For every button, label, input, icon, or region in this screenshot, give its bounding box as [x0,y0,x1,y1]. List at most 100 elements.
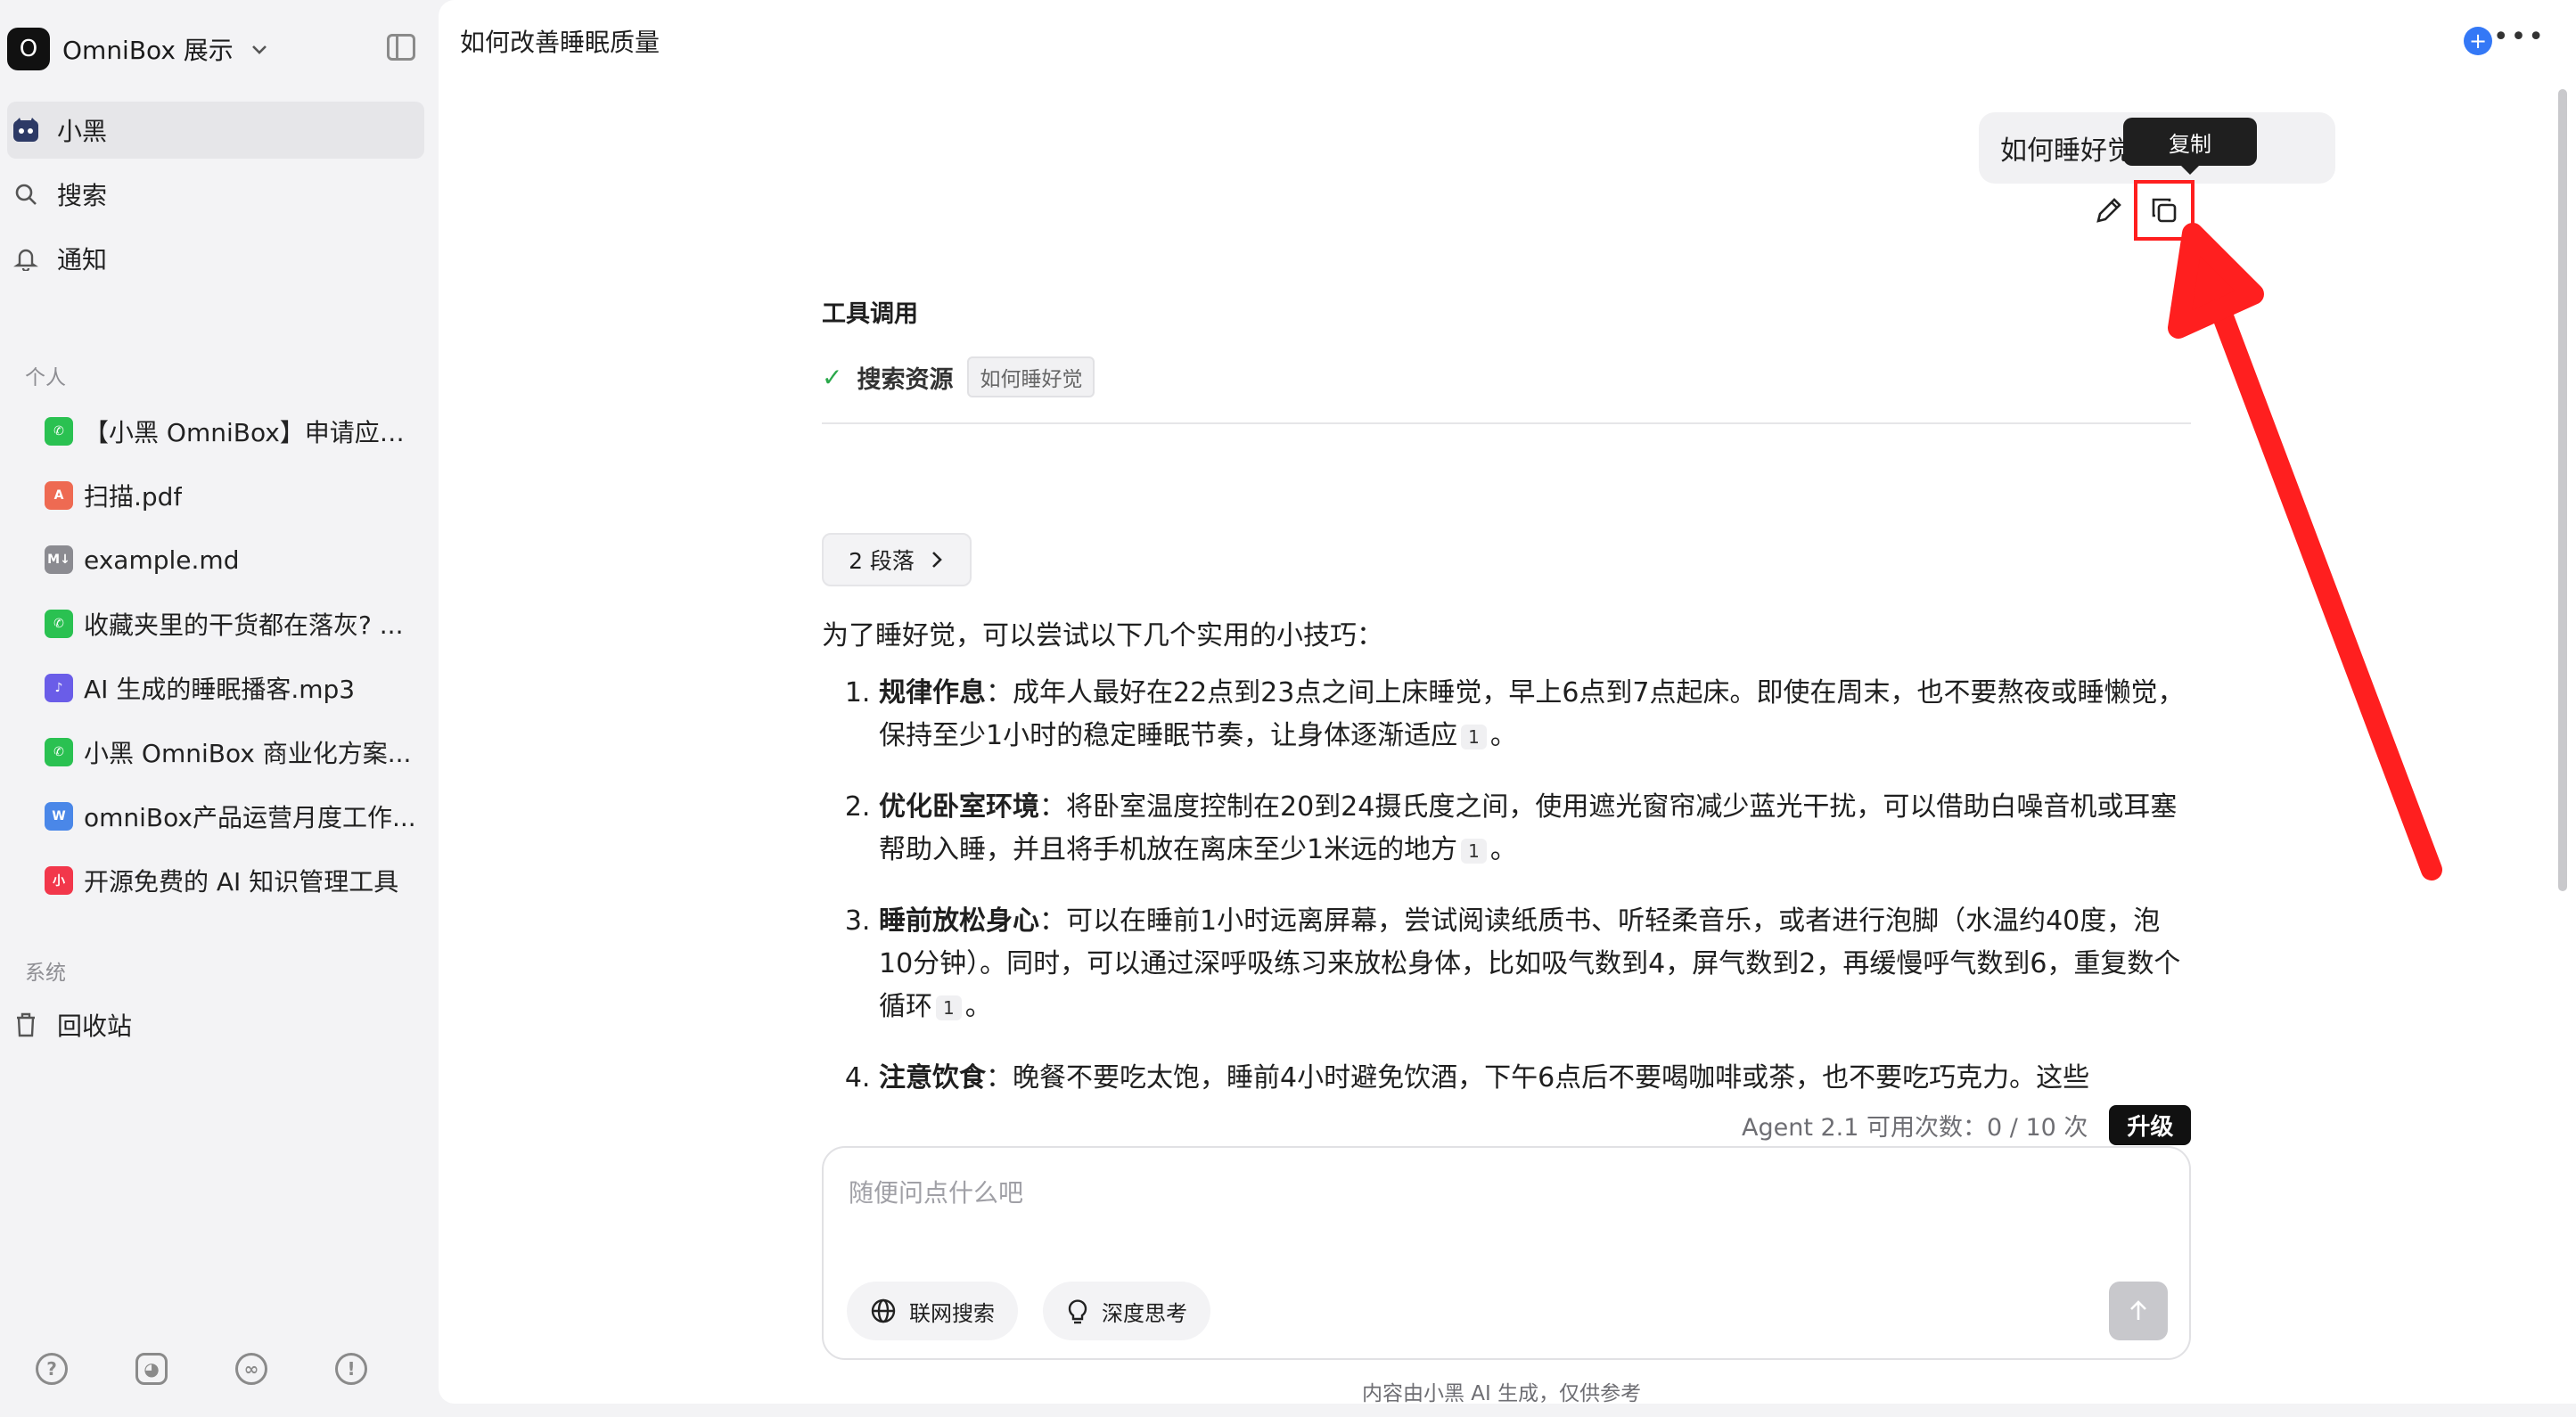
answer-item-body: ：成年人最好在22点到23点之间上床睡觉，早上6点到7点起床。即使在周末，也不要… [879,677,2185,751]
section-label-personal: 个人 [25,366,66,389]
sidebar-footer: ? ◕ ∞ ! [36,1353,367,1385]
arrow-up-icon [2130,1300,2146,1320]
word-icon: W [45,802,73,831]
deep-think-toggle[interactable]: 深度思考 [1043,1282,1210,1340]
list-item-label: omniBox产品运营月度工作... [84,803,416,832]
answer-item-title: 睡前放松身心 [879,905,1039,937]
list-item[interactable]: M↓ example.md [45,533,419,586]
citation-badge[interactable]: 1 [1461,838,1487,864]
tool-call-name: 搜索资源 [857,365,954,394]
upgrade-button[interactable]: 升级 [2109,1105,2192,1145]
list-item[interactable]: A 扫描.pdf [45,469,419,522]
list-item[interactable]: ✆ 小黑 OmniBox 商业化方案... [45,725,419,779]
sidebar-item-label: 回收站 [57,1012,133,1041]
answer-item-title: 注意饮食 [879,1062,986,1093]
scrollbar[interactable] [2558,89,2567,891]
citation-badge[interactable]: 1 [1461,724,1487,749]
feedback-icon[interactable]: ! [335,1353,367,1385]
answer-item: 优化卧室环境：将卧室温度控制在20到24摄氏度之间，使用遮光窗帘减少蓝光干扰，可… [879,786,2186,872]
web-search-toggle[interactable]: 联网搜索 [847,1282,1018,1340]
lightbulb-icon [1068,1299,1087,1324]
list-item[interactable]: WomniBox产品运营月度工作... [45,790,419,843]
list-item[interactable]: ✆ 收藏夹里的干货都在落灰? ... [45,597,419,651]
list-item[interactable]: 小开源免费的 AI 知识管理工具 [45,854,419,907]
list-item-label: 收藏夹里的干货都在落灰? ... [84,610,404,640]
answer-item: 规律作息：成年人最好在22点到23点之间上床睡觉，早上6点到7点起床。即使在周末… [879,672,2186,758]
answer-item-tail: 。 [964,991,992,1022]
list-item-label: 扫描.pdf [84,482,183,512]
globe-icon [871,1298,896,1323]
pencil-icon [2096,198,2121,223]
xiaohongshu-icon: 小 [45,866,73,895]
trash-icon [12,1012,39,1038]
sidebar-item-assistant[interactable]: 小黑 [7,102,424,159]
sidebar-item-label: 搜索 [57,181,108,210]
tool-call-title: 工具调用 [822,300,918,328]
answer-item-body: ：晚餐不要吃太饱，睡前4小时避免饮酒，下午6点后不要喝咖啡或茶，也不要吃巧克力。… [986,1062,2090,1093]
user-message-text: 如何睡好觉 [2000,135,2134,167]
deep-think-label: 深度思考 [1102,1300,1187,1326]
sidebar-item-search[interactable]: 搜索 [7,166,424,223]
list-item[interactable]: ✆ 【小黑 OmniBox】申请应聘... [45,405,419,458]
markdown-icon: M↓ [45,545,73,574]
sidebar: O OmniBox 展示 小黑 搜索 通知 个人 ✆ 【小黑 OmniBox】申请… [0,0,439,1417]
workspace-avatar: O [7,28,50,70]
sidebar-item-label: 小黑 [57,117,108,146]
answer-item-title: 规律作息 [879,677,986,708]
chevron-down-icon [251,45,267,54]
sidebar-item-notifications[interactable]: 通知 [7,230,424,287]
list-item[interactable]: ♪ AI 生成的睡眠播客.mp3 [45,661,419,715]
answer-item-tail: 。 [1489,720,1517,751]
discord-icon[interactable]: ◕ [135,1353,168,1385]
sidebar-toggle-icon[interactable] [387,34,415,61]
bell-icon [12,245,39,272]
list-item-label: AI 生成的睡眠播客.mp3 [84,675,356,704]
search-icon [12,181,39,208]
tool-call-query-tag: 如何睡好觉 [967,356,1095,397]
tool-call-row: ✓ 搜索资源 如何睡好觉 [822,356,1095,397]
chat-main: 如何改善睡眠质量 + ••• 如何睡好觉 复制 工具调用 ✓ 搜索资源 如何睡好… [439,0,2576,1405]
wechat-icon[interactable]: ∞ [235,1353,267,1385]
list-item-label: 【小黑 OmniBox】申请应聘... [84,418,419,447]
edit-message-button[interactable] [2091,192,2127,228]
more-options-icon[interactable]: ••• [2493,21,2546,53]
divider [822,422,2191,424]
workspace-switcher[interactable]: O OmniBox 展示 [7,27,269,71]
answer-item-title: 优化卧室环境 [879,791,1039,823]
answer-item-body: ：可以在睡前1小时远离屏幕，尝试阅读纸质书、听轻柔音乐，或者进行泡脚（水温约40… [879,905,2181,1022]
list-item-label: 小黑 OmniBox 商业化方案... [84,739,412,768]
conversation-title: 如何改善睡眠质量 [460,28,660,57]
new-chat-icon[interactable]: + [2464,27,2492,55]
assistant-answer: 为了睡好觉，可以尝试以下几个实用的小技巧： 规律作息：成年人最好在22点到23点… [822,615,2186,1103]
copy-icon [2152,198,2177,223]
answer-list: 规律作息：成年人最好在22点到23点之间上床睡觉，早上6点到7点起床。即使在周末… [822,672,2186,1100]
chevron-up-icon[interactable] [2168,294,2189,315]
answer-item-tail: 。 [1489,834,1517,865]
citation-badge[interactable]: 1 [936,995,962,1020]
chevron-right-icon [932,552,942,568]
send-button[interactable] [2109,1282,2168,1340]
paragraphs-label: 2 段落 [849,548,915,574]
section-label-system: 系统 [25,962,66,985]
usage-text: Agent 2.1 可用次数：0 / 10 次 [1742,1114,2088,1142]
list-item-label: 开源免费的 AI 知识管理工具 [84,867,399,897]
answer-item: 注意饮食：晚餐不要吃太饱，睡前4小时避免饮酒，下午6点后不要喝咖啡或茶，也不要吃… [879,1057,2186,1100]
sidebar-item-trash[interactable]: 回收站 [7,996,424,1053]
paragraphs-button[interactable]: 2 段落 [822,533,972,586]
check-icon: ✓ [822,362,843,392]
help-icon[interactable]: ? [36,1353,68,1385]
workspace-name: OmniBox 展示 [62,36,234,65]
usage-bar: Agent 2.1 可用次数：0 / 10 次 升级 [1742,1105,2192,1145]
pdf-icon: A [45,481,73,510]
ai-disclaimer: 内容由小黑 AI 生成，仅供参考 [1362,1382,1642,1405]
copy-message-button[interactable] [2134,180,2195,241]
answer-intro: 为了睡好觉，可以尝试以下几个实用的小技巧： [822,620,1383,651]
answer-item-body: ：将卧室温度控制在20到24摄氏度之间，使用遮光窗帘减少蓝光干扰，可以借助白噪音… [879,791,2178,865]
chat-input[interactable] [849,1166,2096,1219]
composer: 联网搜索 深度思考 [822,1146,2191,1360]
assistant-icon [12,117,39,143]
wechat-icon: ✆ [45,738,73,766]
audio-icon: ♪ [45,674,73,702]
copy-tooltip: 复制 [2123,118,2257,175]
web-search-label: 联网搜索 [909,1300,995,1326]
